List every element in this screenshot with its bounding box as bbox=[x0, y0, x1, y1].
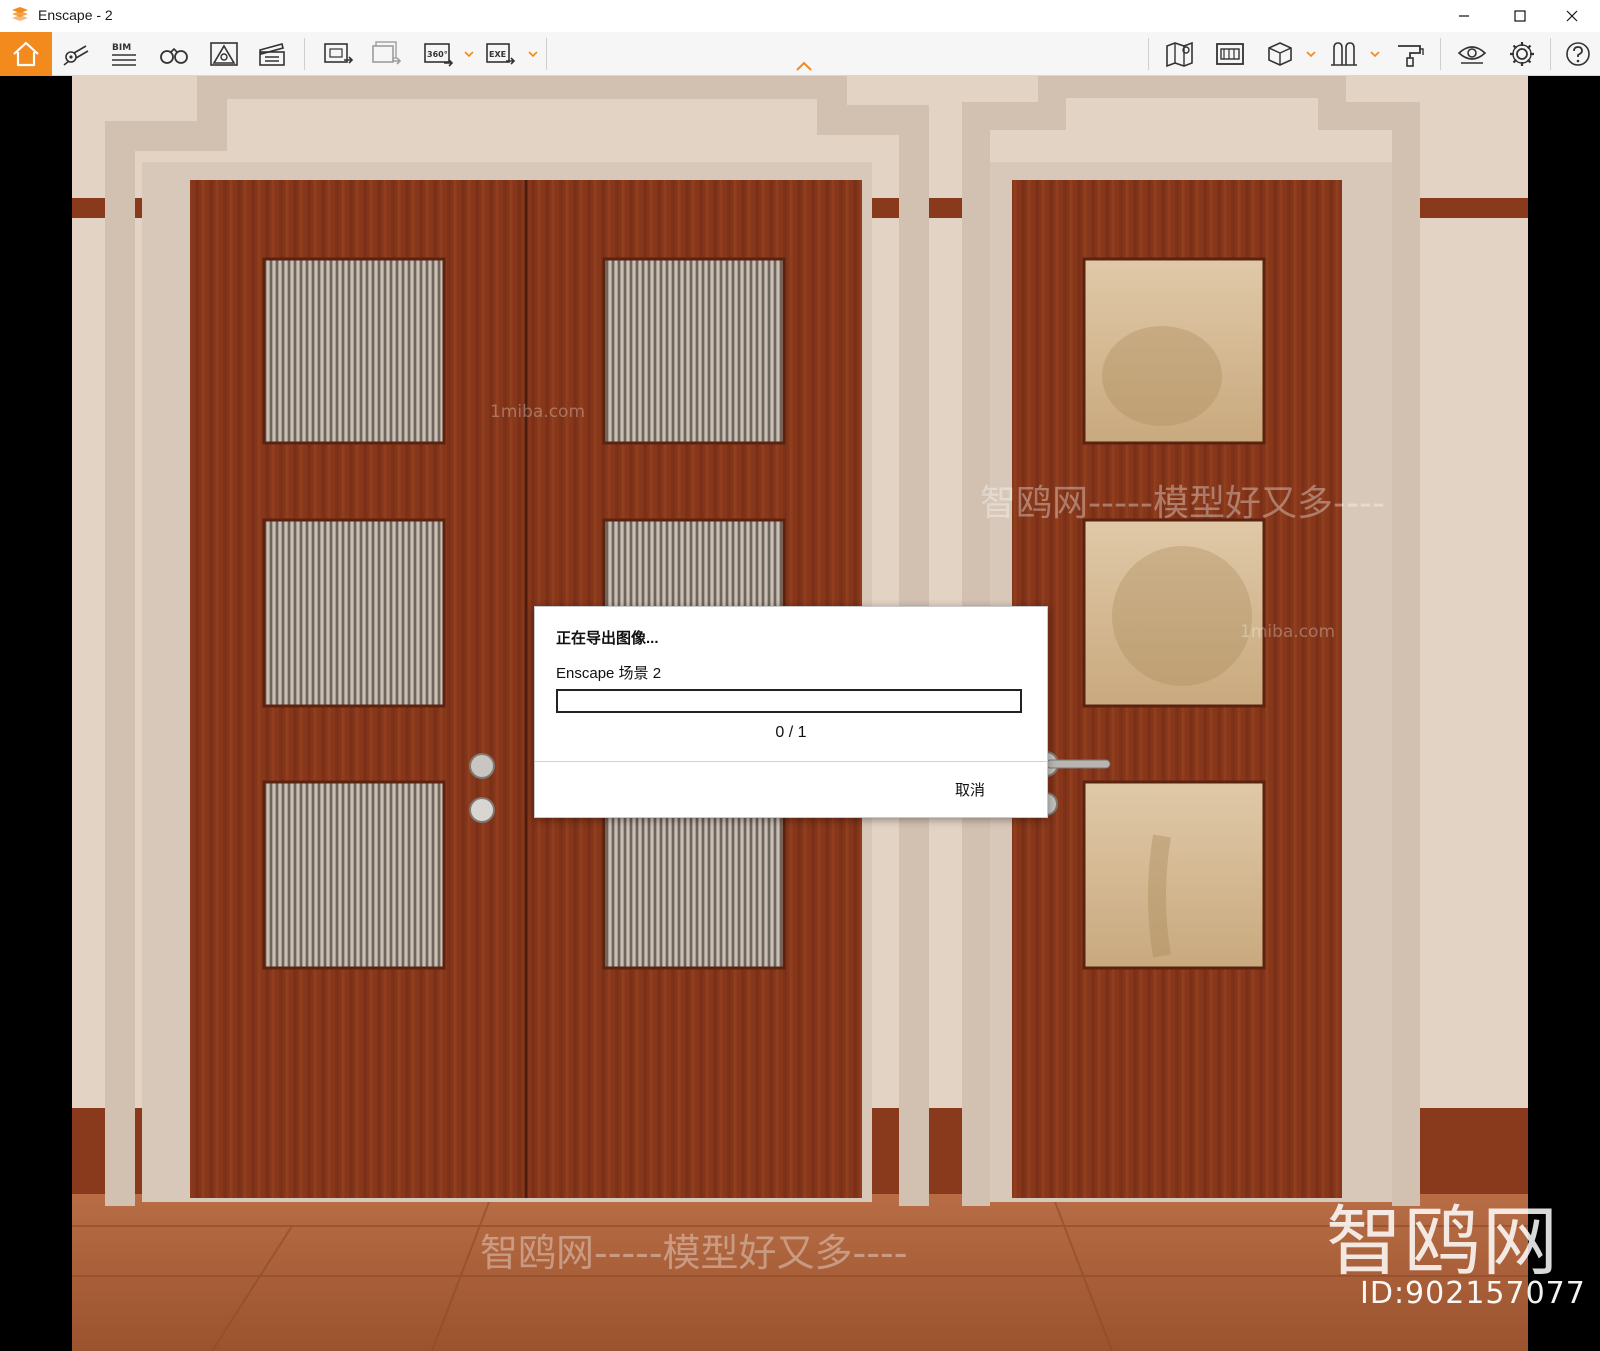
watermark-tagline: 智鸥网-----模型好又多---- bbox=[980, 483, 1385, 524]
asset-library-button[interactable] bbox=[1324, 36, 1364, 72]
batch-render-icon bbox=[372, 41, 402, 65]
image-gallery-icon bbox=[1216, 43, 1244, 65]
export-progress-dialog: 正在导出图像... Enscape 场景 2 0 / 1 取消 bbox=[534, 606, 1048, 818]
window-title: Enscape - 2 bbox=[38, 7, 113, 23]
cube-icon bbox=[1268, 42, 1292, 66]
chevron-down-icon bbox=[1370, 51, 1380, 58]
visual-settings-button[interactable] bbox=[204, 36, 244, 72]
collapse-toolbar-button[interactable] bbox=[793, 58, 815, 74]
watermark-id: ID:902157077 bbox=[1360, 1276, 1586, 1311]
home-button[interactable] bbox=[0, 32, 52, 76]
panorama-dropdown[interactable] bbox=[462, 36, 476, 72]
cancel-button[interactable]: 取消 bbox=[955, 779, 985, 800]
render-viewport[interactable]: 正在导出图像... Enscape 场景 2 0 / 1 取消 智鸥网-----… bbox=[0, 76, 1600, 1351]
image-gallery-button[interactable] bbox=[1210, 36, 1250, 72]
material-editor-button[interactable] bbox=[1390, 36, 1430, 72]
panorama-360-icon: 360° bbox=[424, 43, 454, 67]
toolbar-separator bbox=[1550, 38, 1551, 70]
toolbar-separator bbox=[546, 38, 547, 70]
map-icon bbox=[1166, 41, 1193, 68]
progress-bar bbox=[556, 689, 1022, 713]
bim-label: BIM bbox=[112, 43, 131, 53]
help-icon bbox=[1566, 42, 1590, 66]
video-editor-icon bbox=[259, 43, 285, 66]
render-image-icon bbox=[324, 43, 354, 64]
batch-render-button[interactable] bbox=[366, 36, 406, 72]
maximize-icon bbox=[1514, 10, 1526, 22]
toolbar-separator bbox=[1148, 38, 1149, 70]
binoculars-icon bbox=[160, 47, 188, 64]
watermark-site: 1miba.com bbox=[1240, 622, 1336, 642]
dialog-title: 正在导出图像... bbox=[556, 630, 659, 647]
toolbar-separator bbox=[1440, 38, 1441, 70]
settings-button[interactable] bbox=[1502, 36, 1542, 72]
watermark-logo: 智鸥网 bbox=[1326, 1197, 1560, 1286]
export-exe-button[interactable]: EXE bbox=[480, 36, 520, 72]
bim-button[interactable]: BIM bbox=[104, 36, 144, 72]
settings-icon bbox=[1510, 42, 1534, 66]
bim-icon: BIM bbox=[112, 43, 136, 66]
panorama-button[interactable]: 360° bbox=[418, 36, 458, 72]
visibility-icon bbox=[1457, 46, 1487, 64]
video-editor-button[interactable] bbox=[252, 36, 292, 72]
render-image-button[interactable] bbox=[318, 36, 358, 72]
export-exe-icon: EXE bbox=[486, 43, 516, 65]
asset-dropdown[interactable] bbox=[1368, 36, 1382, 72]
material-editor-icon bbox=[1398, 45, 1424, 67]
help-button[interactable] bbox=[1558, 36, 1598, 72]
enscape-logo-icon bbox=[12, 7, 28, 21]
panorama-label: 360° bbox=[427, 50, 448, 59]
toolbar-separator bbox=[304, 38, 305, 70]
close-button[interactable] bbox=[1544, 0, 1600, 32]
exe-label: EXE bbox=[489, 50, 506, 59]
watermark-site: 1miba.com bbox=[490, 402, 586, 422]
chevron-down-icon bbox=[528, 51, 538, 58]
view-mode-dropdown[interactable] bbox=[1304, 36, 1318, 72]
minimize-button[interactable] bbox=[1436, 0, 1492, 32]
progress-count: 0 / 1 bbox=[775, 724, 807, 741]
close-icon bbox=[1566, 10, 1578, 22]
view-mode-button[interactable] bbox=[1260, 36, 1300, 72]
views-icon bbox=[63, 45, 89, 66]
chevron-down-icon bbox=[1306, 51, 1316, 58]
main-toolbar: BIM 360° EXE bbox=[0, 32, 1600, 76]
title-bar: Enscape - 2 bbox=[0, 0, 1600, 32]
visual-settings-icon bbox=[210, 42, 238, 66]
chevron-down-icon bbox=[464, 51, 474, 58]
watermark-tagline: 智鸥网-----模型好又多---- bbox=[480, 1231, 908, 1275]
chevron-up-icon bbox=[796, 61, 812, 71]
export-item-label: Enscape 场景 2 bbox=[556, 665, 662, 682]
dialog-divider bbox=[535, 761, 1047, 762]
walk-mode-button[interactable] bbox=[154, 36, 194, 72]
views-button[interactable] bbox=[56, 36, 96, 72]
export-dropdown[interactable] bbox=[526, 36, 540, 72]
visibility-button[interactable] bbox=[1452, 36, 1492, 72]
map-button[interactable] bbox=[1160, 36, 1200, 72]
asset-library-icon bbox=[1331, 42, 1357, 66]
maximize-button[interactable] bbox=[1492, 0, 1548, 32]
minimize-icon bbox=[1459, 15, 1469, 17]
home-icon bbox=[13, 41, 39, 67]
